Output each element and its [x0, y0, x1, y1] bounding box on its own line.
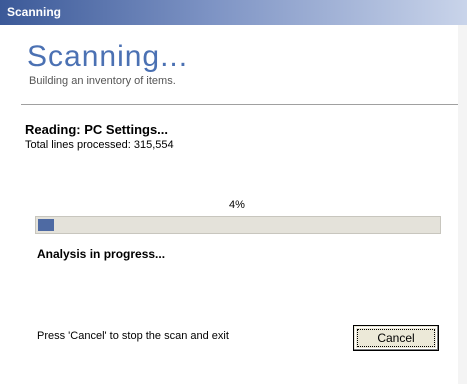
header-panel: Scanning... Building an inventory of ite…: [0, 25, 458, 105]
cancel-hint: Press 'Cancel' to stop the scan and exit: [37, 330, 229, 342]
progress-bar-fill: [38, 219, 54, 231]
progress-bar: [35, 216, 441, 234]
window-edge: [458, 25, 467, 384]
header-divider: [21, 104, 458, 105]
reading-status: Reading: PC Settings...: [25, 122, 169, 137]
lines-processed-count: Total lines processed: 315,554: [25, 139, 174, 151]
cancel-button[interactable]: Cancel: [353, 325, 439, 351]
page-title: Scanning...: [27, 40, 189, 73]
window-title: Scanning: [7, 5, 62, 19]
scanning-window: Scanning Scanning... Building an invento…: [0, 0, 467, 384]
cancel-button-label: Cancel: [377, 331, 415, 345]
analysis-status: Analysis in progress...: [37, 247, 166, 261]
window-titlebar[interactable]: Scanning: [0, 0, 467, 25]
page-subtitle: Building an inventory of items.: [29, 75, 176, 87]
progress-percent: 4%: [229, 199, 245, 211]
